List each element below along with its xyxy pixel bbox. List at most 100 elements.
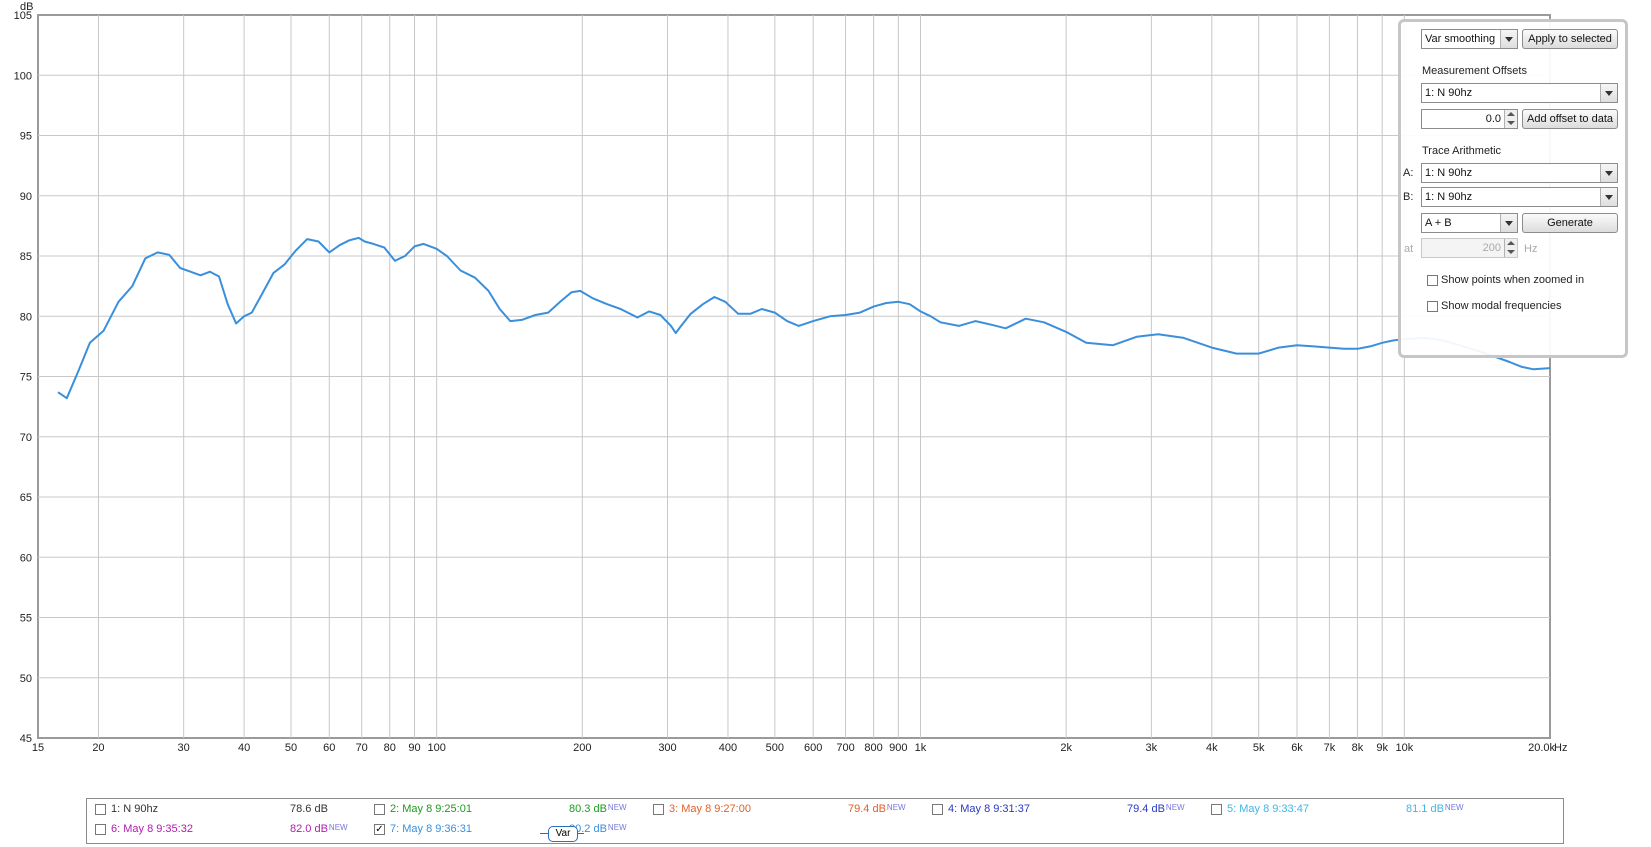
y-tick-label: 65 (20, 492, 32, 504)
x-axis-unit-label: Hz (1554, 742, 1567, 754)
legend-name: 5: May 8 9:33:47 (1227, 803, 1309, 815)
control-panel: Var smoothing Apply to selected Measurem… (1398, 19, 1628, 358)
offsets-measurement-select[interactable]: 1: N 90hz (1421, 83, 1618, 103)
y-tick-label: 85 (20, 251, 32, 263)
y-tick-label: 75 (20, 372, 32, 384)
var-line-left (540, 833, 548, 834)
x-tick-label: 10k (1395, 742, 1413, 754)
x-tick-label: 900 (889, 742, 907, 754)
legend-checkbox[interactable] (95, 824, 106, 835)
trace-b-select[interactable]: 1: N 90hz (1421, 187, 1618, 207)
legend-value: 81.1 dBNEW (1406, 803, 1464, 815)
trace-a-select[interactable]: 1: N 90hz (1421, 163, 1618, 183)
legend-checkbox[interactable]: ✓ (374, 824, 385, 835)
offset-value: 0.0 (1485, 113, 1501, 125)
y-tick-label: 80 (20, 311, 32, 323)
spinner-icon[interactable] (1504, 110, 1517, 128)
trace-a-value: 1: N 90hz (1425, 167, 1473, 179)
legend-item[interactable]: 3: May 8 9:27:00 79.4 dBNEW (653, 801, 922, 819)
show-modal-label: Show modal frequencies (1441, 300, 1562, 312)
legend-item[interactable]: 2: May 8 9:25:01 80.3 dBNEW (374, 801, 643, 819)
legend-checkbox[interactable] (932, 804, 943, 815)
x-tick-label: 30 (178, 742, 190, 754)
legend-name: 6: May 8 9:35:32 (111, 823, 193, 835)
legend-name: 2: May 8 9:25:01 (390, 803, 472, 815)
add-offset-button[interactable]: Add offset to data (1522, 109, 1618, 129)
new-tag: NEW (607, 823, 627, 832)
generate-button[interactable]: Generate (1522, 213, 1618, 233)
smoothing-badge[interactable]: Var (548, 826, 578, 842)
legend-value: 82.0 dBNEW (290, 823, 348, 835)
apply-to-selected-button[interactable]: Apply to selected (1522, 29, 1618, 49)
y-tick-label: 50 (20, 673, 32, 685)
y-axis-unit-label: dB (20, 1, 33, 13)
hz-label: Hz (1524, 243, 1538, 255)
x-tick-label: 3k (1146, 742, 1158, 754)
legend-value: 79.4 dBNEW (1127, 803, 1185, 815)
legend-checkbox[interactable] (653, 804, 664, 815)
smoothing-select[interactable]: Var smoothing (1421, 29, 1518, 49)
at-frequency-value: 200 (1482, 242, 1501, 254)
x-tick-label: 700 (836, 742, 854, 754)
x-tick-label: 600 (804, 742, 822, 754)
x-tick-label: 90 (408, 742, 420, 754)
at-frequency-input: 200 (1421, 238, 1518, 258)
x-tick-label: 40 (238, 742, 250, 754)
show-modal-checkbox[interactable] (1427, 301, 1438, 312)
trace-arithmetic-title: Trace Arithmetic (1422, 145, 1502, 157)
y-tick-label: 100 (14, 70, 32, 82)
x-tick-label: 2k (1060, 742, 1072, 754)
y-tick-label: 45 (20, 733, 32, 745)
x-tick-label: 300 (658, 742, 676, 754)
spinner-icon (1504, 239, 1517, 257)
measurement-legend: 1: N 90hz 78.6 dB 2: May 8 9:25:01 80.3 dBN… (86, 798, 1564, 844)
x-tick-label: 1k (915, 742, 927, 754)
chevron-down-icon (1600, 84, 1617, 102)
x-tick-label: 50 (285, 742, 297, 754)
new-tag: NEW (328, 823, 348, 832)
x-tick-label: 400 (719, 742, 737, 754)
operation-select[interactable]: A + B (1421, 213, 1518, 233)
new-tag: NEW (1165, 803, 1185, 812)
legend-checkbox[interactable] (95, 804, 106, 815)
legend-value: 78.6 dB (290, 803, 328, 815)
x-tick-label: 200 (573, 742, 591, 754)
chevron-down-icon (1500, 30, 1517, 48)
legend-name: 1: N 90hz (111, 803, 159, 815)
legend-item[interactable]: 6: May 8 9:35:32 82.0 dBNEW (95, 821, 364, 839)
smoothing-select-value: Var smoothing (1425, 33, 1496, 45)
legend-item[interactable]: 5: May 8 9:33:47 81.1 dBNEW (1211, 801, 1480, 819)
x-tick-label: 60 (323, 742, 335, 754)
offset-value-input[interactable]: 0.0 (1421, 109, 1518, 129)
y-tick-label: 55 (20, 613, 32, 625)
x-tick-label: 70 (356, 742, 368, 754)
x-tick-label: 6k (1291, 742, 1303, 754)
y-tick-label: 70 (20, 432, 32, 444)
new-tag: NEW (886, 803, 906, 812)
x-tick-label: 20.0k (1528, 742, 1555, 754)
legend-item[interactable]: 1: N 90hz 78.6 dB (95, 801, 364, 819)
x-tick-label: 100 (427, 742, 445, 754)
x-tick-label: 800 (864, 742, 882, 754)
var-line-right (577, 833, 584, 834)
x-tick-label: 8k (1352, 742, 1364, 754)
chevron-down-icon (1500, 214, 1517, 232)
legend-name: 4: May 8 9:31:37 (948, 803, 1030, 815)
legend-checkbox[interactable] (374, 804, 385, 815)
legend-item[interactable]: ✓ 7: May 8 9:36:31 80.2 dBNEW (374, 821, 643, 839)
new-tag: NEW (607, 803, 627, 812)
show-points-checkbox[interactable] (1427, 275, 1438, 286)
x-tick-label: 15 (32, 742, 44, 754)
operation-value: A + B (1425, 217, 1452, 229)
x-tick-label: 80 (384, 742, 396, 754)
y-tick-label: 95 (20, 131, 32, 143)
legend-name: 3: May 8 9:27:00 (669, 803, 751, 815)
legend-item[interactable]: 4: May 8 9:31:37 79.4 dBNEW (932, 801, 1201, 819)
x-tick-label: 7k (1324, 742, 1336, 754)
x-tick-label: 4k (1206, 742, 1218, 754)
offsets-measurement-value: 1: N 90hz (1425, 87, 1473, 99)
x-tick-label: 9k (1376, 742, 1388, 754)
x-tick-label: 500 (766, 742, 784, 754)
x-tick-label: 20 (92, 742, 104, 754)
legend-checkbox[interactable] (1211, 804, 1222, 815)
